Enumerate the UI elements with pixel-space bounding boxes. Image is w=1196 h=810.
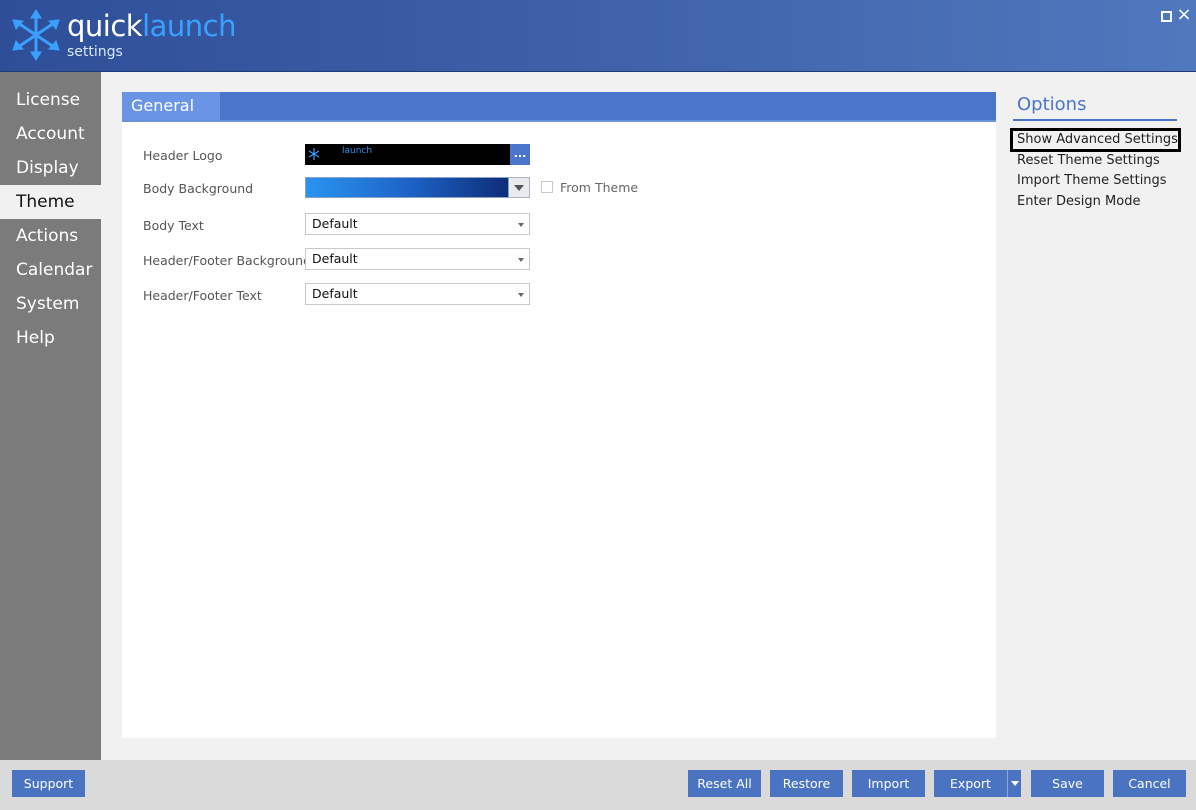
header-footer-text-label: Header/Footer Text bbox=[143, 288, 262, 303]
body-background-gradient-picker[interactable] bbox=[305, 177, 509, 198]
header-footer-background-select[interactable]: Default bbox=[305, 248, 530, 270]
body-text-select[interactable]: Default bbox=[305, 213, 530, 235]
settings-panel: General Header Logo launch ... Body Back… bbox=[122, 92, 996, 738]
chevron-down-icon bbox=[518, 293, 524, 297]
restore-button[interactable]: Restore bbox=[770, 770, 843, 797]
body-text-label: Body Text bbox=[143, 218, 204, 233]
sidebar-item-calendar[interactable]: Calendar bbox=[0, 253, 101, 287]
options-divider bbox=[1013, 119, 1177, 121]
export-dropdown-button[interactable] bbox=[1007, 770, 1021, 797]
app-subtitle: settings bbox=[67, 44, 123, 60]
show-advanced-settings-link[interactable]: Show Advanced Settings bbox=[1017, 132, 1178, 147]
body-text-value: Default bbox=[312, 216, 358, 231]
options-title: Options bbox=[1017, 94, 1087, 115]
logo-word-quick: quick bbox=[67, 9, 143, 43]
enter-design-mode-link[interactable]: Enter Design Mode bbox=[1017, 194, 1140, 209]
title-bar: quicklaunch settings × bbox=[0, 0, 1196, 72]
from-theme-checkbox[interactable] bbox=[541, 181, 553, 193]
app-logo-text: quicklaunch bbox=[67, 8, 237, 44]
from-theme-label: From Theme bbox=[560, 180, 639, 195]
save-button[interactable]: Save bbox=[1031, 770, 1104, 797]
header-logo-label: Header Logo bbox=[143, 148, 223, 163]
header-logo-browse-button[interactable]: ... bbox=[510, 144, 530, 165]
close-icon[interactable]: × bbox=[1176, 5, 1192, 25]
maximize-icon[interactable] bbox=[1161, 11, 1172, 22]
support-button[interactable]: Support bbox=[12, 770, 85, 797]
cancel-button[interactable]: Cancel bbox=[1113, 770, 1186, 797]
sidebar-item-theme[interactable]: Theme bbox=[0, 185, 101, 219]
header-logo-preview[interactable]: launch bbox=[305, 144, 512, 165]
chevron-down-icon bbox=[518, 223, 524, 227]
header-footer-text-select[interactable]: Default bbox=[305, 283, 530, 305]
sidebar-item-license[interactable]: License bbox=[0, 83, 101, 117]
sidebar-item-actions[interactable]: Actions bbox=[0, 219, 101, 253]
mini-logo-icon bbox=[308, 148, 320, 160]
export-button[interactable]: Export bbox=[934, 770, 1007, 797]
import-theme-settings-link[interactable]: Import Theme Settings bbox=[1017, 173, 1167, 188]
header-footer-background-value: Default bbox=[312, 251, 358, 266]
chevron-down-icon[interactable] bbox=[509, 177, 530, 198]
import-button[interactable]: Import bbox=[852, 770, 925, 797]
sidebar-item-help[interactable]: Help bbox=[0, 321, 101, 355]
section-title: General bbox=[122, 92, 220, 120]
header-footer-text-value: Default bbox=[312, 286, 358, 301]
reset-theme-settings-link[interactable]: Reset Theme Settings bbox=[1017, 153, 1160, 168]
logo-word-launch: launch bbox=[142, 9, 237, 43]
reset-all-button[interactable]: Reset All bbox=[688, 770, 761, 797]
sidebar-nav: License Account Display Theme Actions Ca… bbox=[0, 72, 101, 760]
sidebar-item-account[interactable]: Account bbox=[0, 117, 101, 151]
sidebar-item-display[interactable]: Display bbox=[0, 151, 101, 185]
header-logo-preview-text: launch bbox=[342, 146, 373, 156]
header-footer-background-label: Header/Footer Background bbox=[143, 253, 312, 268]
sidebar-item-system[interactable]: System bbox=[0, 287, 101, 321]
chevron-down-icon bbox=[518, 258, 524, 262]
section-header-bar: General bbox=[122, 92, 996, 122]
quicklaunch-logo-icon bbox=[12, 9, 60, 61]
body-background-label: Body Background bbox=[143, 181, 254, 196]
